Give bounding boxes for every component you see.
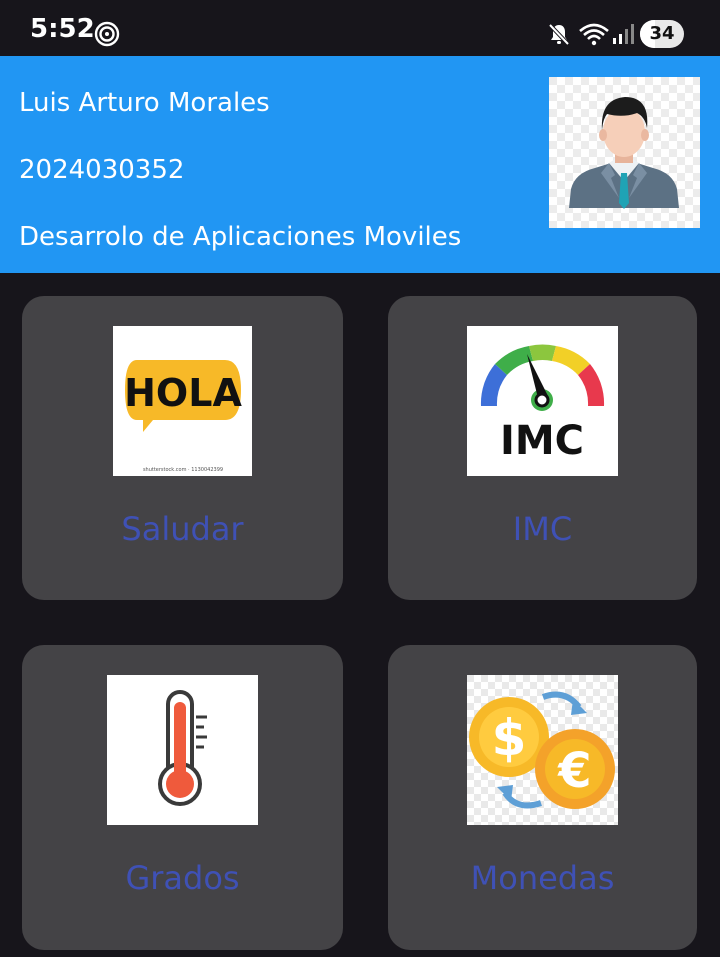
hola-speech-bubble-icon: HOLA shutterstock.com · 1130042399 [113, 326, 252, 476]
student-id: 2024030352 [19, 155, 185, 185]
profile-header: Luis Arturo Morales 2024030352 Desarrolo… [0, 56, 720, 273]
sync-icon [94, 21, 120, 47]
status-bar: 5:52 34 [0, 0, 720, 56]
grados-label: Grados [125, 859, 240, 897]
course-name: Desarrolo de Aplicaciones Moviles [19, 222, 462, 252]
signal-icon [613, 24, 634, 44]
imc-button[interactable]: IMC IMC [388, 296, 697, 600]
dollar-symbol: $ [492, 709, 527, 767]
wifi-icon [579, 23, 609, 46]
euro-symbol: € [557, 743, 591, 799]
image-caption: shutterstock.com · 1130042399 [143, 467, 223, 473]
avatar [549, 77, 700, 228]
imc-text: IMC [500, 418, 584, 464]
saludar-label: Saludar [121, 510, 244, 548]
currency-exchange-icon: $ € [467, 675, 618, 825]
hola-text: HOLA [124, 371, 242, 415]
battery-level: 34 [649, 23, 675, 44]
mute-icon [548, 23, 570, 46]
status-time: 5:52 [30, 14, 95, 44]
student-name: Luis Arturo Morales [19, 88, 270, 118]
imc-gauge-icon: IMC [467, 326, 618, 476]
monedas-label: Monedas [470, 859, 615, 897]
monedas-button[interactable]: $ € Monedas [388, 645, 697, 950]
imc-label: IMC [512, 510, 573, 548]
person-avatar-icon [549, 77, 700, 228]
thermometer-icon [107, 675, 258, 825]
grados-button[interactable]: Grados [22, 645, 343, 950]
battery-icon: 34 [640, 20, 684, 48]
saludar-button[interactable]: HOLA shutterstock.com · 1130042399 Salud… [22, 296, 343, 600]
